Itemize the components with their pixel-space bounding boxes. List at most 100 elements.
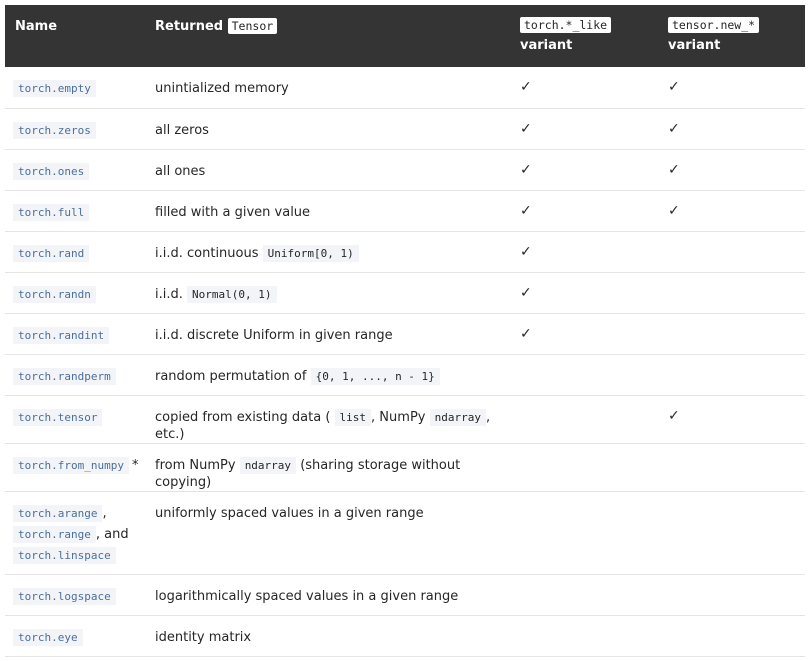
new-check [658,231,805,272]
check-icon: ✓ [520,120,532,137]
desc-text: from NumPy [155,457,236,473]
row-name-cell: torch.logspace [5,574,145,615]
row-name-cell: torch.randperm [5,354,145,395]
desc-text: i.i.d. continuous [155,245,259,261]
check-icon: ✓ [520,325,532,342]
table-row: torch.tensor copied from existing data (… [5,395,805,443]
header-returned: Returned Tensor [145,5,510,67]
new-check: ✓ [658,67,805,108]
new-check [658,574,805,615]
like-check [510,354,658,395]
header-new-code: tensor.new_* [668,17,760,33]
like-check: ✓ [510,67,658,108]
new-check [658,313,805,354]
desc-code: list [334,408,372,426]
desc-code: Uniform[0, 1) [262,244,359,262]
header-name: Name [5,5,145,67]
table-row: torch.randint i.i.d. discrete Uniform in… [5,313,805,354]
function-link[interactable]: torch.from_numpy [13,456,129,474]
row-desc-cell: filled with a given value [155,204,311,220]
function-link[interactable]: torch.full [13,203,90,221]
like-check [510,615,658,656]
row-desc-cell: logarithmically spaced values in a given… [155,588,459,604]
row-desc-cell: i.i.d. continuous Uniform[0, 1) [145,231,510,272]
footnote-star: * [131,457,139,473]
desc-code: {0, 1, ..., n - 1} [310,367,440,385]
new-check: ✓ [658,149,805,190]
check-icon: ✓ [668,407,680,424]
check-icon: ✓ [668,161,680,178]
row-name-cell: torch.tensor [5,395,145,443]
row-name-cell: torch.arange, torch.range, and torch.linsp… [5,491,145,574]
desc-text: copied from existing data ( [155,409,331,425]
function-link[interactable]: torch.logspace [13,587,116,605]
check-icon: ✓ [520,79,532,95]
check-icon: ✓ [668,202,680,219]
function-link[interactable]: torch.range [13,525,96,543]
row-desc-cell: from NumPy ndarray (sharing storage with… [145,443,510,491]
header-like-suffix: variant [520,38,573,53]
table-row: torch.logspace logarithmically spaced va… [5,574,805,615]
function-link[interactable]: torch.tensor [13,408,103,426]
row-desc-cell: i.i.d. discrete Uniform in given range [155,327,393,343]
desc-code: ndarray [429,408,486,426]
function-link[interactable]: torch.randperm [13,367,116,385]
function-link[interactable]: torch.empty [13,80,96,97]
row-desc-cell: copied from existing data ( list, NumPy … [145,395,510,443]
new-check [658,272,805,313]
row-desc-cell: uniformly spaced values in a given range [155,505,424,521]
row-desc-cell: all ones [155,163,206,179]
check-icon: ✓ [520,202,532,219]
function-link[interactable]: torch.randint [13,326,110,344]
function-link[interactable]: torch.linspace [13,546,116,564]
function-link[interactable]: torch.randn [13,285,96,303]
new-check [658,615,805,656]
like-check [510,491,658,574]
header-like-variant: torch.*_likevariant [510,5,658,67]
like-check: ✓ [510,272,658,313]
new-check: ✓ [658,395,805,443]
check-icon: ✓ [668,79,680,95]
like-check: ✓ [510,149,658,190]
function-link[interactable]: torch.rand [13,244,90,262]
like-check: ✓ [510,313,658,354]
new-check [658,491,805,574]
function-link[interactable]: torch.zeros [13,121,96,139]
row-name-cell: torch.eye [5,615,145,656]
row-name-cell: torch.rand [5,231,145,272]
table-row: torch.rand i.i.d. continuous Uniform[0, … [5,231,805,272]
table-row: torch.ones all ones ✓ ✓ [5,149,805,190]
function-link[interactable]: torch.eye [13,628,83,646]
function-link[interactable]: torch.ones [13,162,90,180]
like-check: ✓ [510,108,658,149]
header-new-variant: tensor.new_*variant [658,5,805,67]
new-check: ✓ [658,108,805,149]
header-name-label: Name [15,19,58,34]
header-new-suffix: variant [668,38,721,53]
table-row: torch.from_numpy * from NumPy ndarray (sh… [5,443,805,491]
table-header-row: Name Returned Tensor torch.*_likevariant… [5,5,805,67]
new-check: ✓ [658,190,805,231]
function-link[interactable]: torch.arange [13,504,103,522]
desc-text: , NumPy [371,409,426,425]
like-check: ✓ [510,190,658,231]
tensor-creation-table-container: Name Returned Tensor torch.*_likevariant… [5,5,805,657]
desc-code: ndarray [239,456,297,474]
desc-code: Normal(0, 1) [187,285,277,303]
like-check [510,574,658,615]
like-check [510,443,658,491]
table-row: torch.full filled with a given value ✓ ✓ [5,190,805,231]
row-name-cell: torch.ones [5,149,145,190]
tensor-creation-table: Name Returned Tensor torch.*_likevariant… [5,5,805,657]
row-name-cell: torch.randint [5,313,145,354]
header-like-code: torch.*_like [520,17,612,33]
desc-text: random permutation of [155,368,307,384]
row-name-cell: torch.randn [5,272,145,313]
name-sep: , [102,505,107,521]
row-name-cell: torch.zeros [5,108,145,149]
like-check: ✓ [510,231,658,272]
desc-text: i.i.d. [155,286,183,302]
table-row: torch.empty unintialized memory ✓ ✓ [5,67,805,108]
row-desc-cell: all zeros [155,122,209,138]
check-icon: ✓ [520,284,532,301]
